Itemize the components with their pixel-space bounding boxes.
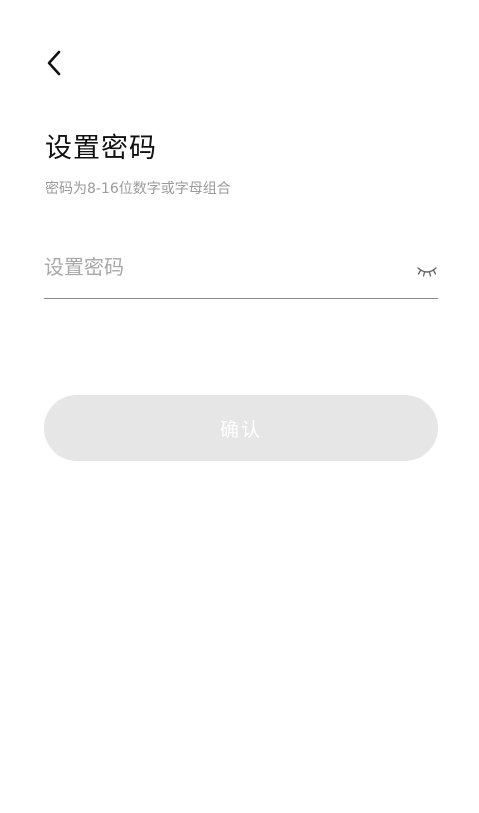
eye-closed-icon [417, 267, 437, 277]
page-title: 设置密码 [45, 133, 157, 164]
confirm-button[interactable]: 确认 [44, 395, 438, 461]
password-visibility-toggle[interactable] [416, 264, 438, 280]
back-button[interactable] [34, 42, 74, 84]
chevron-left-icon [47, 50, 61, 76]
password-rule-hint: 密码为8-16位数字或字母组合 [45, 181, 231, 197]
password-field [44, 248, 438, 299]
set-password-screen: 设置密码 密码为8-16位数字或字母组合 确认 [0, 0, 479, 813]
password-input[interactable] [44, 248, 404, 286]
